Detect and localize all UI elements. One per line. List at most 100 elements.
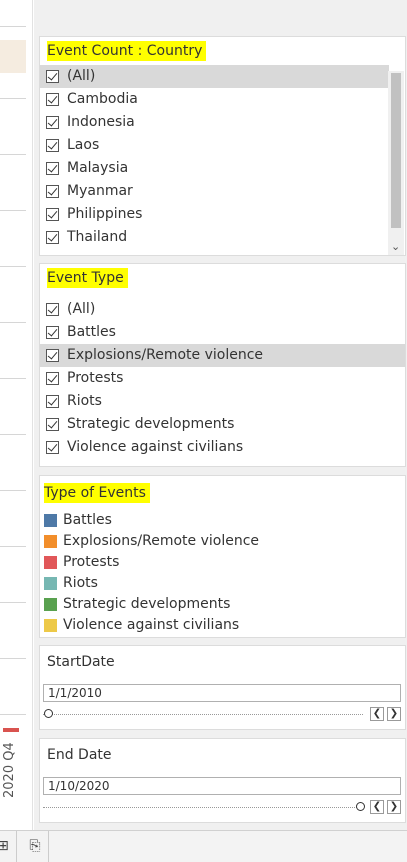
gridline [0, 378, 26, 379]
event-type-filter-card: Event Type (All) Battles Explosions/Remote… [39, 263, 406, 467]
start-date-title: StartDate [47, 654, 115, 670]
legend-swatch [44, 619, 57, 632]
checkbox-checked-icon[interactable] [46, 162, 59, 175]
checkbox-checked-icon[interactable] [46, 116, 59, 129]
chevron-down-icon[interactable]: ⌄ [391, 241, 400, 253]
new-story-icon[interactable]: ⎘ [22, 831, 49, 862]
legend-item-label: Explosions/Remote violence [63, 533, 259, 549]
country-option[interactable]: Thailand [40, 226, 389, 249]
checkbox-checked-icon[interactable] [46, 349, 59, 362]
gridline [0, 154, 26, 155]
event-type-option-label: Strategic developments [67, 416, 235, 432]
gridline [0, 490, 26, 491]
event-type-option[interactable]: Protests [40, 367, 405, 390]
legend-item[interactable]: Battles [40, 510, 405, 531]
event-type-option-label: Battles [67, 324, 116, 340]
checkbox-checked-icon[interactable] [46, 395, 59, 408]
event-type-option[interactable]: (All) [40, 298, 405, 321]
country-option-label: Myanmar [67, 183, 133, 199]
legend-item-label: Strategic developments [63, 596, 231, 612]
legend-item-label: Battles [63, 512, 112, 528]
checkbox-checked-icon[interactable] [46, 185, 59, 198]
event-type-option-label: Explosions/Remote violence [67, 347, 263, 363]
checkbox-checked-icon[interactable] [46, 303, 59, 316]
legend-item-label: Protests [63, 554, 120, 570]
start-date-slider-handle[interactable] [44, 709, 53, 718]
gridline [0, 266, 26, 267]
country-option-label: Malaysia [67, 160, 129, 176]
event-type-option-label: Riots [67, 393, 102, 409]
gridline [0, 434, 26, 435]
checkbox-checked-icon[interactable] [46, 441, 59, 454]
legend-item[interactable]: Explosions/Remote violence [40, 531, 405, 552]
legend-item[interactable]: Strategic developments [40, 594, 405, 615]
country-scrollbar[interactable]: ⌄ [388, 71, 404, 255]
country-option-label: Laos [67, 137, 100, 153]
country-option[interactable]: Laos [40, 134, 389, 157]
legend-item-label: Violence against civilians [63, 617, 240, 633]
event-type-option[interactable]: Explosions/Remote violence [40, 344, 405, 367]
country-option[interactable]: Indonesia [40, 111, 389, 134]
checkbox-checked-icon[interactable] [46, 418, 59, 431]
checkbox-checked-icon[interactable] [46, 208, 59, 221]
gridline [0, 546, 26, 547]
country-option[interactable]: Myanmar [40, 180, 389, 203]
checkbox-checked-icon[interactable] [46, 93, 59, 106]
country-option[interactable]: Philippines [40, 203, 389, 226]
scrollbar-thumb[interactable] [391, 73, 401, 228]
new-dashboard-icon[interactable]: ⊞ [0, 831, 17, 862]
event-type-option-label: Violence against civilians [67, 439, 244, 455]
checkbox-checked-icon[interactable] [46, 70, 59, 83]
end-date-card: End Date 1/10/2020 ❮ ❯ [39, 738, 406, 823]
event-type-option-label: Protests [67, 370, 124, 386]
country-option[interactable]: Cambodia [40, 88, 389, 111]
legend-swatch [44, 535, 57, 548]
end-date-title: End Date [47, 747, 112, 763]
country-option-label: Cambodia [67, 91, 138, 107]
chevron-right-icon[interactable]: ❯ [387, 707, 401, 721]
legend-item[interactable]: Riots [40, 573, 405, 594]
gridline [0, 98, 26, 99]
filter-panel: Event Count : Country (All) Cambodia Indon… [34, 0, 407, 830]
legend-item[interactable]: Violence against civilians [40, 615, 405, 636]
bottom-tab-bar: ⊞ ⎘ [0, 830, 407, 862]
start-date-input[interactable]: 1/1/2010 [43, 684, 401, 702]
chart-left-strip: 2020 Q4 [0, 0, 33, 830]
gridline [0, 714, 26, 715]
end-date-slider-handle[interactable] [356, 802, 365, 811]
event-type-option[interactable]: Riots [40, 390, 405, 413]
gridline [0, 210, 26, 211]
country-filter-list: (All) Cambodia Indonesia Laos Malaysia Myanma… [40, 65, 389, 249]
checkbox-checked-icon[interactable] [46, 326, 59, 339]
end-date-input[interactable]: 1/10/2020 [43, 777, 401, 795]
legend-swatch [44, 577, 57, 590]
period-label-text: 2020 Q4 [2, 742, 17, 798]
legend-swatch [44, 598, 57, 611]
country-option-label: (All) [67, 68, 96, 84]
country-option[interactable]: (All) [40, 65, 389, 88]
highlighted-cell [0, 40, 26, 73]
event-type-option-label: (All) [67, 301, 96, 317]
country-option[interactable]: Malaysia [40, 157, 389, 180]
chevron-left-icon[interactable]: ❮ [370, 707, 384, 721]
legend-list: Battles Explosions/Remote violence Protest… [40, 510, 405, 636]
event-legend-card: Type of Events Battles Explosions/Remote … [39, 475, 406, 638]
country-option-label: Philippines [67, 206, 143, 222]
country-option-label: Thailand [67, 229, 128, 245]
chevron-right-icon[interactable]: ❯ [387, 800, 401, 814]
chevron-left-icon[interactable]: ❮ [370, 800, 384, 814]
start-date-slider[interactable] [43, 708, 363, 715]
event-type-filter-title: Event Type [40, 264, 405, 292]
end-date-slider[interactable] [43, 801, 363, 808]
legend-item[interactable]: Protests [40, 552, 405, 573]
gridline [0, 322, 26, 323]
checkbox-checked-icon[interactable] [46, 139, 59, 152]
event-type-option[interactable]: Violence against civilians [40, 436, 405, 459]
gridline [0, 602, 26, 603]
legend-title: Type of Events [40, 476, 405, 506]
checkbox-checked-icon[interactable] [46, 231, 59, 244]
event-type-option[interactable]: Strategic developments [40, 413, 405, 436]
gridline [0, 658, 26, 659]
checkbox-checked-icon[interactable] [46, 372, 59, 385]
event-type-option[interactable]: Battles [40, 321, 405, 344]
